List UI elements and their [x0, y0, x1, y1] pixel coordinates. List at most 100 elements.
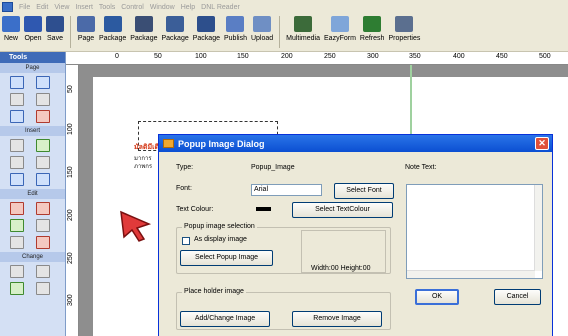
app-logo-icon	[2, 2, 13, 12]
menu-insert[interactable]: Insert	[75, 4, 93, 11]
multimedia-button[interactable]: Multimedia	[286, 16, 320, 42]
tools-section-page[interactable]: Page	[0, 63, 65, 73]
upload-icon	[253, 16, 272, 32]
font-field[interactable]: Arial	[251, 184, 322, 196]
change-layout-icon[interactable]	[10, 265, 24, 278]
cancel-button[interactable]: Cancel	[494, 289, 541, 305]
insert-image-icon[interactable]	[36, 139, 50, 152]
insert-text-icon[interactable]	[10, 156, 24, 169]
multimedia-icon	[294, 16, 313, 32]
menu-edit[interactable]: Edit	[36, 4, 48, 11]
insert-field-icon[interactable]	[36, 156, 50, 169]
new-label: New	[3, 35, 18, 42]
menu-dnl-reader[interactable]: DNL Reader	[201, 4, 240, 11]
select-popup-image-button[interactable]: Select Popup Image	[180, 250, 273, 266]
open-button[interactable]: Open	[24, 16, 42, 42]
package-icon	[103, 16, 122, 32]
save-icon	[46, 16, 64, 32]
menu-control[interactable]: Control	[121, 4, 144, 11]
change-size-icon[interactable]	[36, 265, 50, 278]
menu-file[interactable]: File	[19, 4, 30, 11]
page-link-icon[interactable]	[36, 110, 50, 123]
menu-help[interactable]: Help	[181, 4, 195, 11]
remove-image-button[interactable]: Remove Image	[292, 311, 382, 327]
mouse-cursor-icon	[120, 210, 152, 242]
note-text-area[interactable]	[406, 184, 543, 279]
undo-icon[interactable]	[10, 202, 24, 215]
eazyform-label: EazyForm	[324, 35, 356, 42]
app-window: File Edit View Insert Tools Control Wind…	[0, 0, 568, 336]
insert-textbox-icon[interactable]	[10, 139, 24, 152]
eazyform-icon	[330, 16, 349, 32]
package-label: Package	[130, 35, 158, 42]
tools-section-insert[interactable]: Insert	[0, 126, 65, 136]
properties-button[interactable]: Properties	[388, 16, 420, 42]
upload-button[interactable]: Upload	[251, 16, 273, 42]
new-button[interactable]: New	[2, 16, 20, 42]
select-font-button[interactable]: Select Font	[334, 183, 394, 199]
note-text-vertical-scrollbar[interactable]	[534, 185, 542, 271]
main-toolbar: New Open Save Page Package Package Packa…	[0, 14, 568, 52]
ruler-tick: 150	[237, 53, 249, 60]
new-icon	[2, 16, 20, 32]
add-change-image-button[interactable]: Add/Change Image	[180, 311, 270, 327]
ruler-tick: 50	[154, 53, 162, 60]
cut-icon[interactable]	[10, 236, 24, 249]
redo-icon[interactable]	[36, 202, 50, 215]
note-text-horizontal-scrollbar[interactable]	[407, 270, 535, 278]
dialog-app-icon	[163, 139, 174, 148]
dialog-title-bar[interactable]: Popup Image Dialog	[159, 135, 552, 152]
publish-icon	[226, 16, 245, 32]
package-button-2[interactable]: Package	[130, 16, 158, 42]
package-icon	[134, 16, 153, 32]
add-page-icon[interactable]	[10, 76, 24, 89]
ruler-tick: 200	[281, 53, 293, 60]
refresh-button[interactable]: Refresh	[360, 16, 384, 42]
ruler-tick: 450	[496, 53, 508, 60]
tools-panel-header[interactable]: Tools	[0, 52, 65, 63]
open-label: Open	[24, 35, 42, 42]
package-label: Package	[192, 35, 220, 42]
page-template-icon[interactable]	[10, 110, 24, 123]
select-textcolour-button[interactable]: Select TextColour	[292, 202, 393, 218]
insert-link-icon[interactable]	[10, 173, 24, 186]
save-button[interactable]: Save	[46, 16, 64, 42]
change-image-icon[interactable]	[36, 282, 50, 295]
menu-tools[interactable]: Tools	[99, 4, 115, 11]
copy-icon[interactable]	[36, 219, 50, 232]
delete-icon[interactable]	[36, 236, 50, 249]
ruler-tick: 0	[115, 53, 119, 60]
package-button-3[interactable]: Package	[162, 16, 189, 42]
change-tools-grid	[0, 262, 65, 298]
open-icon	[24, 16, 42, 32]
dialog-title: Popup Image Dialog	[178, 138, 265, 149]
package-button-4[interactable]: Package	[193, 16, 220, 42]
remove-page-icon[interactable]	[36, 76, 50, 89]
close-button[interactable]: ✕	[535, 137, 549, 150]
properties-icon	[395, 16, 414, 32]
tools-section-change[interactable]: Change	[0, 252, 65, 262]
tools-section-edit[interactable]: Edit	[0, 189, 65, 199]
page-settings-icon[interactable]	[10, 93, 24, 106]
insert-table-icon[interactable]	[36, 173, 50, 186]
insert-tools-grid	[0, 136, 65, 189]
ruler-tick: 250	[67, 252, 74, 264]
publish-button[interactable]: Publish	[224, 16, 247, 42]
package-button-1[interactable]: Package	[99, 16, 126, 42]
as-display-image-checkbox[interactable]	[182, 237, 190, 245]
package-label: Package	[99, 35, 127, 42]
change-color-icon[interactable]	[10, 282, 24, 295]
ok-button[interactable]: OK	[415, 289, 459, 305]
menu-window[interactable]: Window	[150, 4, 175, 11]
type-label: Type:	[176, 164, 194, 171]
page-background-icon[interactable]	[36, 93, 50, 106]
page-body-text[interactable]: ภาพกร	[134, 161, 152, 171]
menu-view[interactable]: View	[54, 4, 69, 11]
text-colour-swatch	[256, 207, 271, 211]
edit-pen-icon[interactable]	[10, 219, 24, 232]
page-button[interactable]: Page	[77, 16, 95, 42]
menu-bar: File Edit View Insert Tools Control Wind…	[0, 0, 568, 14]
as-display-image-label[interactable]: As display image	[194, 236, 247, 243]
type-value: Popup_Image	[251, 164, 295, 171]
eazyform-button[interactable]: EazyForm	[324, 16, 356, 42]
